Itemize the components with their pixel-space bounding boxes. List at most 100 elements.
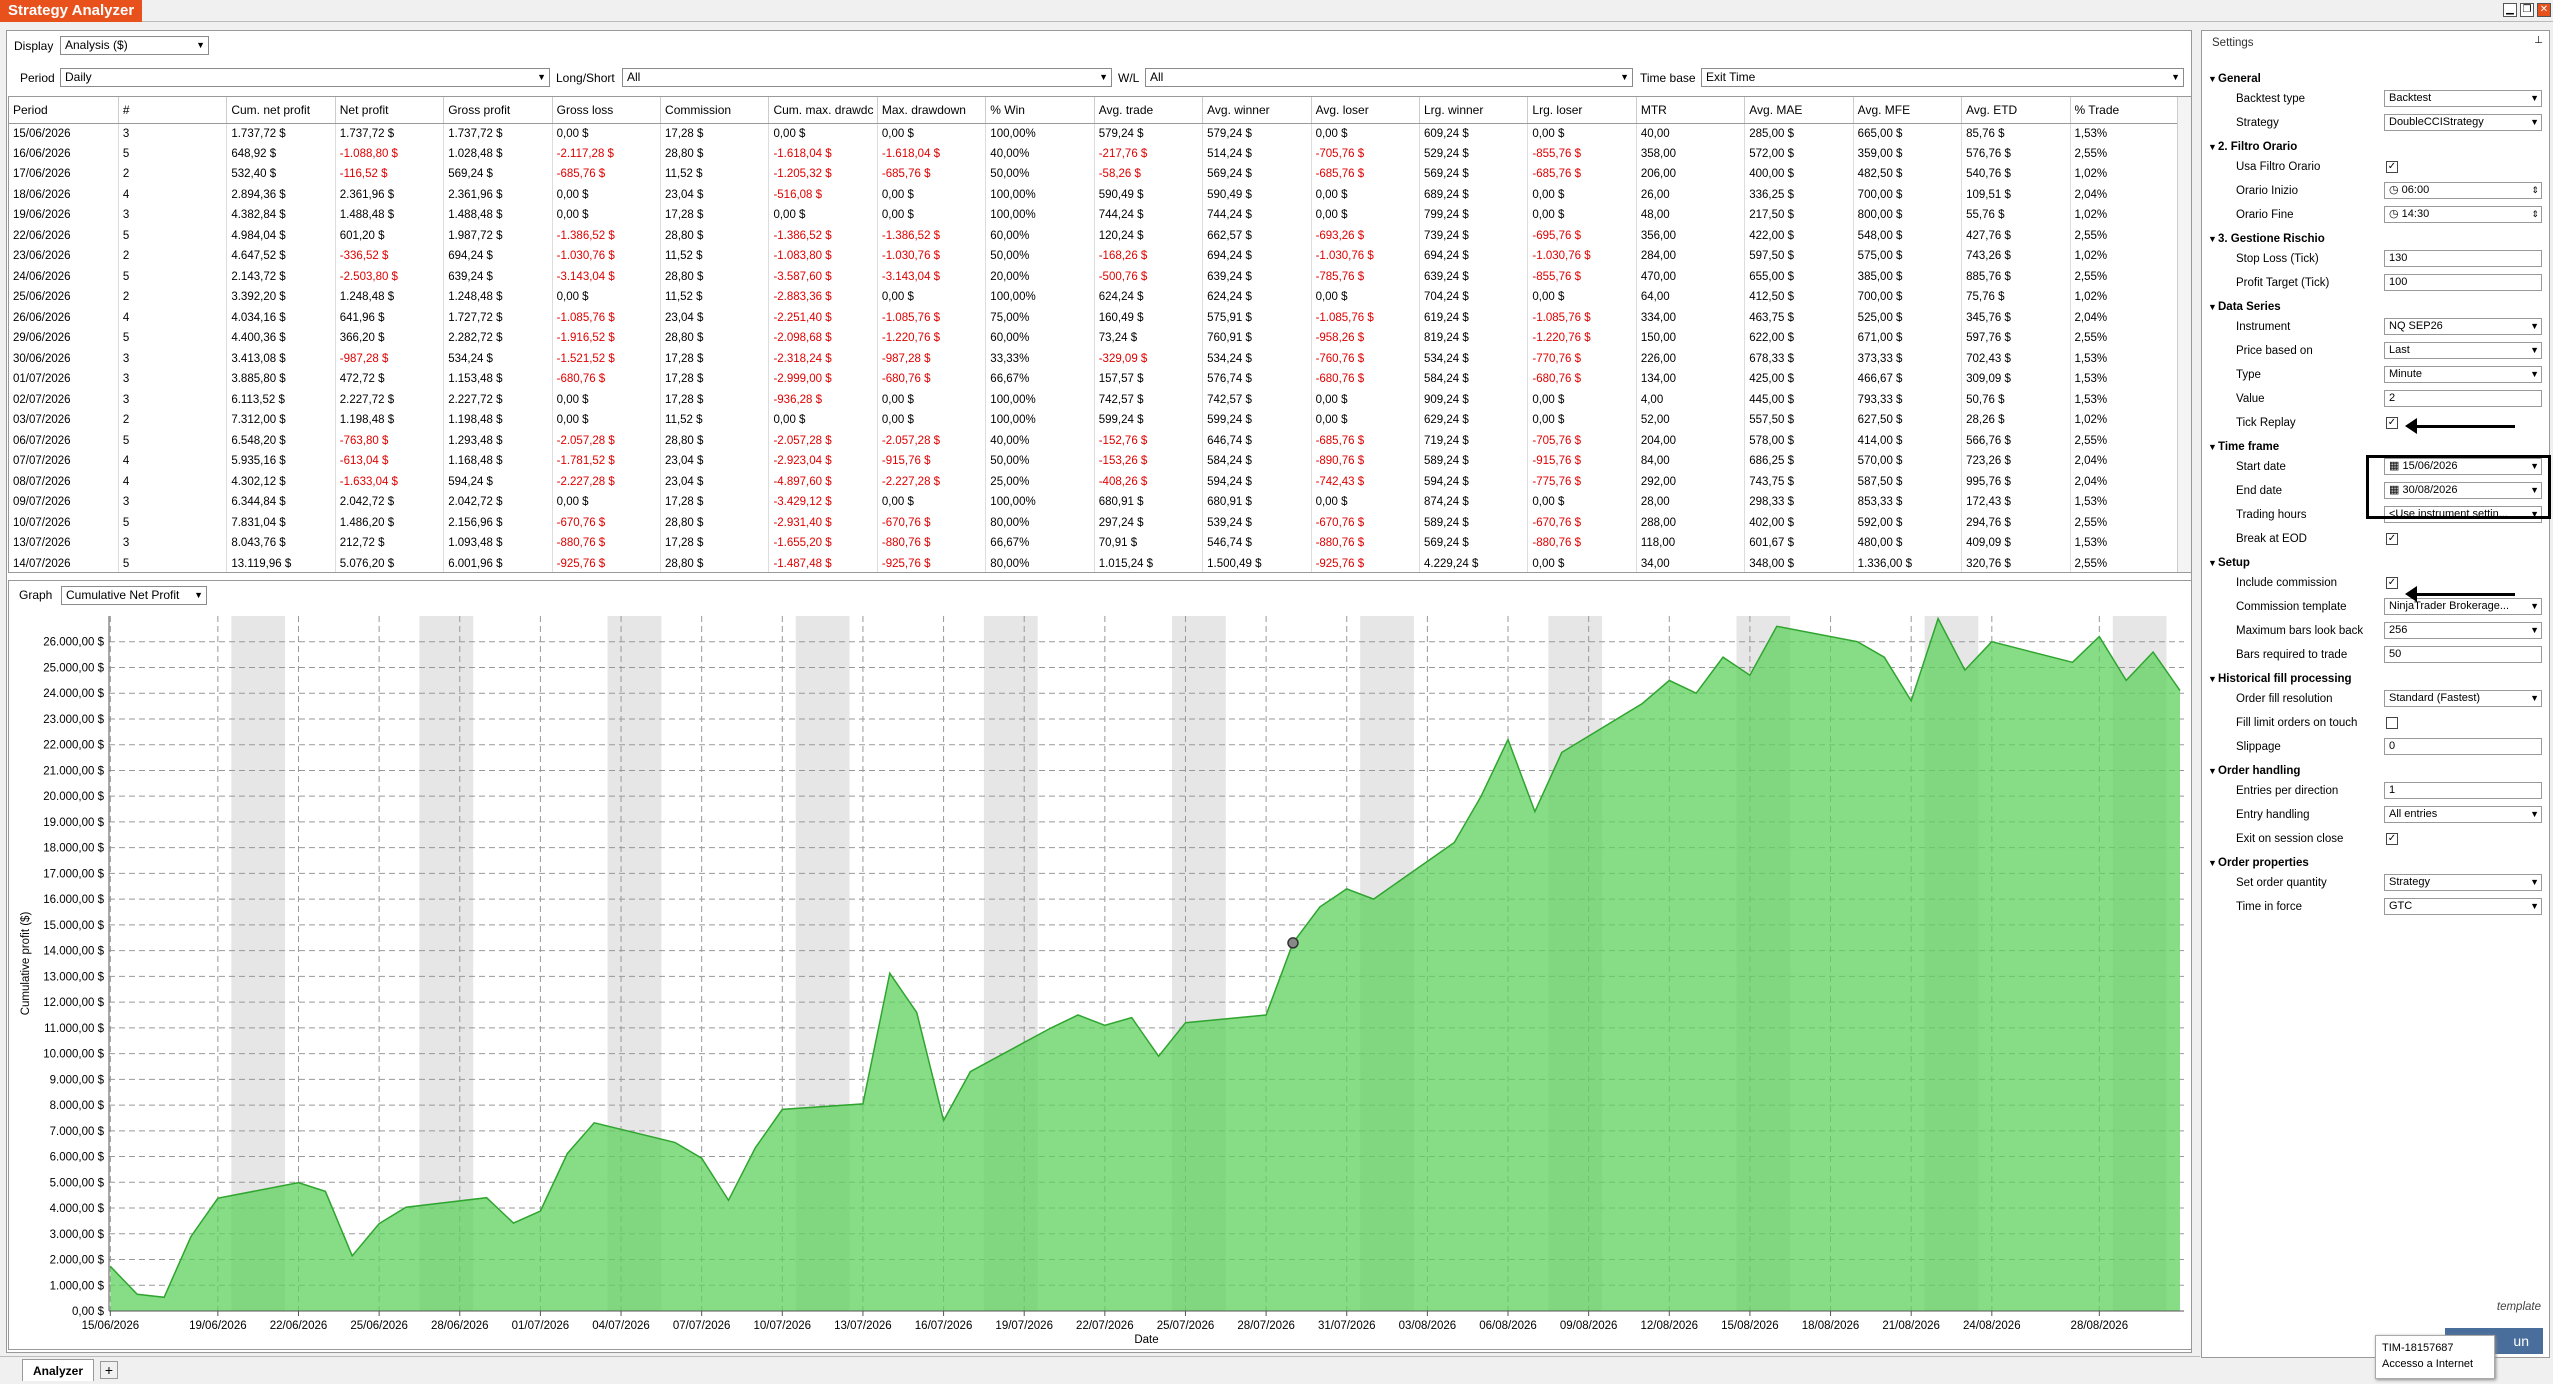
clock-icon[interactable]: ◷ <box>2389 184 2402 196</box>
period-select[interactable]: Daily ▼ <box>60 68 550 87</box>
settings-category[interactable]: ▼ 3. Gestione Rischio <box>2202 229 2551 249</box>
column-header[interactable]: Cum. net profit <box>226 97 336 124</box>
setting-checkbox[interactable]: ✓ <box>2386 161 2398 173</box>
chevron-down-icon[interactable]: ▼ <box>2530 367 2539 382</box>
setting-value[interactable]: Last ▼ <box>2384 342 2542 359</box>
setting-checkbox[interactable] <box>2386 717 2398 729</box>
table-row[interactable]: 29/06/2026 5 4.400,36 $366,20 $2.282,72 $ -… <box>9 328 2180 349</box>
column-header[interactable]: Lrg. loser <box>1527 97 1637 124</box>
chevron-down-icon[interactable]: ▼ <box>2530 623 2539 638</box>
settings-category[interactable]: ▼ Data Series <box>2202 297 2551 317</box>
chevron-down-icon[interactable]: ▼ <box>2530 807 2539 822</box>
settings-row[interactable]: Entries per direction 1 <box>2202 781 2551 801</box>
settings-row[interactable]: Include commission ✓ <box>2202 573 2551 593</box>
settings-row[interactable]: Price based on Last ▼ <box>2202 341 2551 361</box>
settings-row[interactable]: Break at EOD ✓ <box>2202 529 2551 549</box>
setting-value[interactable]: 1 <box>2384 782 2542 799</box>
table-row[interactable]: 24/06/2026 5 2.143,72 $ -2.503,80 $639,24 $… <box>9 266 2180 287</box>
settings-row[interactable]: Profit Target (Tick) 100 <box>2202 273 2551 293</box>
column-header[interactable]: MTR <box>1636 97 1746 124</box>
setting-value[interactable]: 256 ▼ <box>2384 622 2542 639</box>
column-header[interactable]: Avg. trade <box>1094 97 1204 124</box>
chevron-down-icon[interactable]: ▼ <box>2530 91 2539 106</box>
settings-row[interactable]: Orario Inizio ◷ 06:00 ⇕ <box>2202 181 2551 201</box>
table-row[interactable]: 17/06/2026 2 532,40 $ -116,52 $569,24 $ -685… <box>9 164 2180 185</box>
settings-row[interactable]: Instrument NQ SEP26 ▼ <box>2202 317 2551 337</box>
setting-value[interactable]: All entries ▼ <box>2384 806 2542 823</box>
expand-icon[interactable]: ▼ <box>2208 669 2217 689</box>
add-tab-button[interactable]: + <box>100 1361 118 1379</box>
table-row[interactable]: 09/07/2026 3 6.344,84 $2.042,72 $2.042,72 … <box>9 492 2180 513</box>
table-row[interactable]: 15/06/2026 3 1.737,72 $1.737,72 $1.737,72 … <box>9 123 2180 144</box>
clock-icon[interactable]: ◷ <box>2389 208 2402 220</box>
table-row[interactable]: 19/06/2026 3 4.382,84 $1.488,48 $1.488,48 … <box>9 205 2180 226</box>
column-header[interactable]: Cum. max. drawdc <box>768 97 878 124</box>
column-header[interactable]: Avg. ETD <box>1961 97 2071 124</box>
setting-checkbox[interactable]: ✓ <box>2386 533 2398 545</box>
setting-value[interactable]: Minute ▼ <box>2384 366 2542 383</box>
settings-row[interactable]: Bars required to trade 50 <box>2202 645 2551 665</box>
table-row[interactable]: 02/07/2026 3 6.113,52 $2.227,72 $2.227,72 … <box>9 389 2180 410</box>
table-row[interactable]: 25/06/2026 2 3.392,20 $1.248,48 $1.248,48 … <box>9 287 2180 308</box>
chevron-down-icon[interactable]: ⇕ <box>2531 207 2539 222</box>
settings-row[interactable]: Strategy DoubleCCIStrategy ▼ <box>2202 113 2551 133</box>
close-icon[interactable]: ✕ <box>2537 3 2551 17</box>
tab-analyzer[interactable]: Analyzer <box>22 1359 95 1381</box>
settings-row[interactable]: Set order quantity Strategy ▼ <box>2202 873 2551 893</box>
expand-icon[interactable]: ▼ <box>2208 853 2217 873</box>
column-header[interactable]: % Win <box>985 97 1095 124</box>
settings-row[interactable]: Exit on session close ✓ <box>2202 829 2551 849</box>
display-select[interactable]: Analysis ($) ▼ <box>60 36 209 55</box>
table-row[interactable]: 26/06/2026 4 4.034,16 $641,96 $1.727,72 $ -… <box>9 307 2180 328</box>
expand-icon[interactable]: ▼ <box>2208 553 2217 573</box>
table-row[interactable]: 14/07/2026 5 13.119,96 $5.076,20 $6.001,96… <box>9 553 2180 572</box>
table-row[interactable]: 22/06/2026 5 4.984,04 $601,20 $1.987,72 $ -… <box>9 225 2180 246</box>
minimize-icon[interactable]: ▁ <box>2503 3 2517 17</box>
settings-category[interactable]: ▼ Time frame <box>2202 437 2551 457</box>
table-row[interactable]: 08/07/2026 4 4.302,12 $ -1.633,04 $594,24 $… <box>9 471 2180 492</box>
settings-row[interactable]: Maximum bars look back 256 ▼ <box>2202 621 2551 641</box>
chevron-down-icon[interactable]: ⇕ <box>2531 183 2539 198</box>
chevron-down-icon[interactable]: ▼ <box>2530 319 2539 334</box>
chevron-down-icon[interactable]: ▼ <box>2530 599 2539 614</box>
expand-icon[interactable]: ▼ <box>2208 761 2217 781</box>
table-row[interactable]: 10/07/2026 5 7.831,04 $1.486,20 $2.156,96 … <box>9 512 2180 533</box>
setting-value[interactable]: DoubleCCIStrategy ▼ <box>2384 114 2542 131</box>
vertical-scrollbar[interactable] <box>2177 97 2191 572</box>
column-header[interactable]: Avg. winner <box>1202 97 1312 124</box>
setting-value[interactable]: 130 <box>2384 250 2542 267</box>
setting-value[interactable]: 2 <box>2384 390 2542 407</box>
settings-row[interactable]: Order fill resolution Standard (Fastest) ▼ <box>2202 689 2551 709</box>
settings-row[interactable]: Usa Filtro Orario ✓ <box>2202 157 2551 177</box>
pin-icon[interactable]: ⊥ <box>2534 35 2543 46</box>
setting-value[interactable]: 100 <box>2384 274 2542 291</box>
setting-value[interactable]: GTC ▼ <box>2384 898 2542 915</box>
timebase-select[interactable]: Exit Time ▼ <box>1701 68 2184 87</box>
longshort-select[interactable]: All ▼ <box>622 68 1112 87</box>
table-row[interactable]: 30/06/2026 3 3.413,08 $ -987,28 $534,24 $ -1… <box>9 348 2180 369</box>
settings-row[interactable]: Orario Fine ◷ 14:30 ⇕ <box>2202 205 2551 225</box>
settings-row[interactable]: Time in force GTC ▼ <box>2202 897 2551 917</box>
setting-value[interactable]: Backtest ▼ <box>2384 90 2542 107</box>
table-row[interactable]: 16/06/2026 5 648,92 $ -1.088,80 $1.028,48 $… <box>9 143 2180 164</box>
settings-row[interactable]: Value 2 <box>2202 389 2551 409</box>
settings-row[interactable]: Entry handling All entries ▼ <box>2202 805 2551 825</box>
restore-icon[interactable]: ❐ <box>2520 3 2534 17</box>
settings-row[interactable]: Type Minute ▼ <box>2202 365 2551 385</box>
column-header[interactable]: Commission <box>660 97 770 124</box>
chevron-down-icon[interactable]: ▼ <box>2530 343 2539 358</box>
setting-value[interactable]: NQ SEP26 ▼ <box>2384 318 2542 335</box>
expand-icon[interactable]: ▼ <box>2208 69 2217 89</box>
expand-icon[interactable]: ▼ <box>2208 137 2217 157</box>
setting-value[interactable]: Strategy ▼ <box>2384 874 2542 891</box>
column-header[interactable]: Avg. MFE <box>1853 97 1963 124</box>
settings-row[interactable]: Fill limit orders on touch <box>2202 713 2551 733</box>
column-header[interactable]: Gross profit <box>443 97 553 124</box>
column-header[interactable]: Max. drawdown <box>877 97 987 124</box>
settings-category[interactable]: ▼ General <box>2202 69 2551 89</box>
setting-checkbox[interactable]: ✓ <box>2386 417 2398 429</box>
setting-value[interactable]: ◷ 14:30 ⇕ <box>2384 206 2542 223</box>
chevron-down-icon[interactable]: ▼ <box>2530 691 2539 706</box>
column-header[interactable]: Period <box>9 97 119 124</box>
settings-row[interactable]: Stop Loss (Tick) 130 <box>2202 249 2551 269</box>
